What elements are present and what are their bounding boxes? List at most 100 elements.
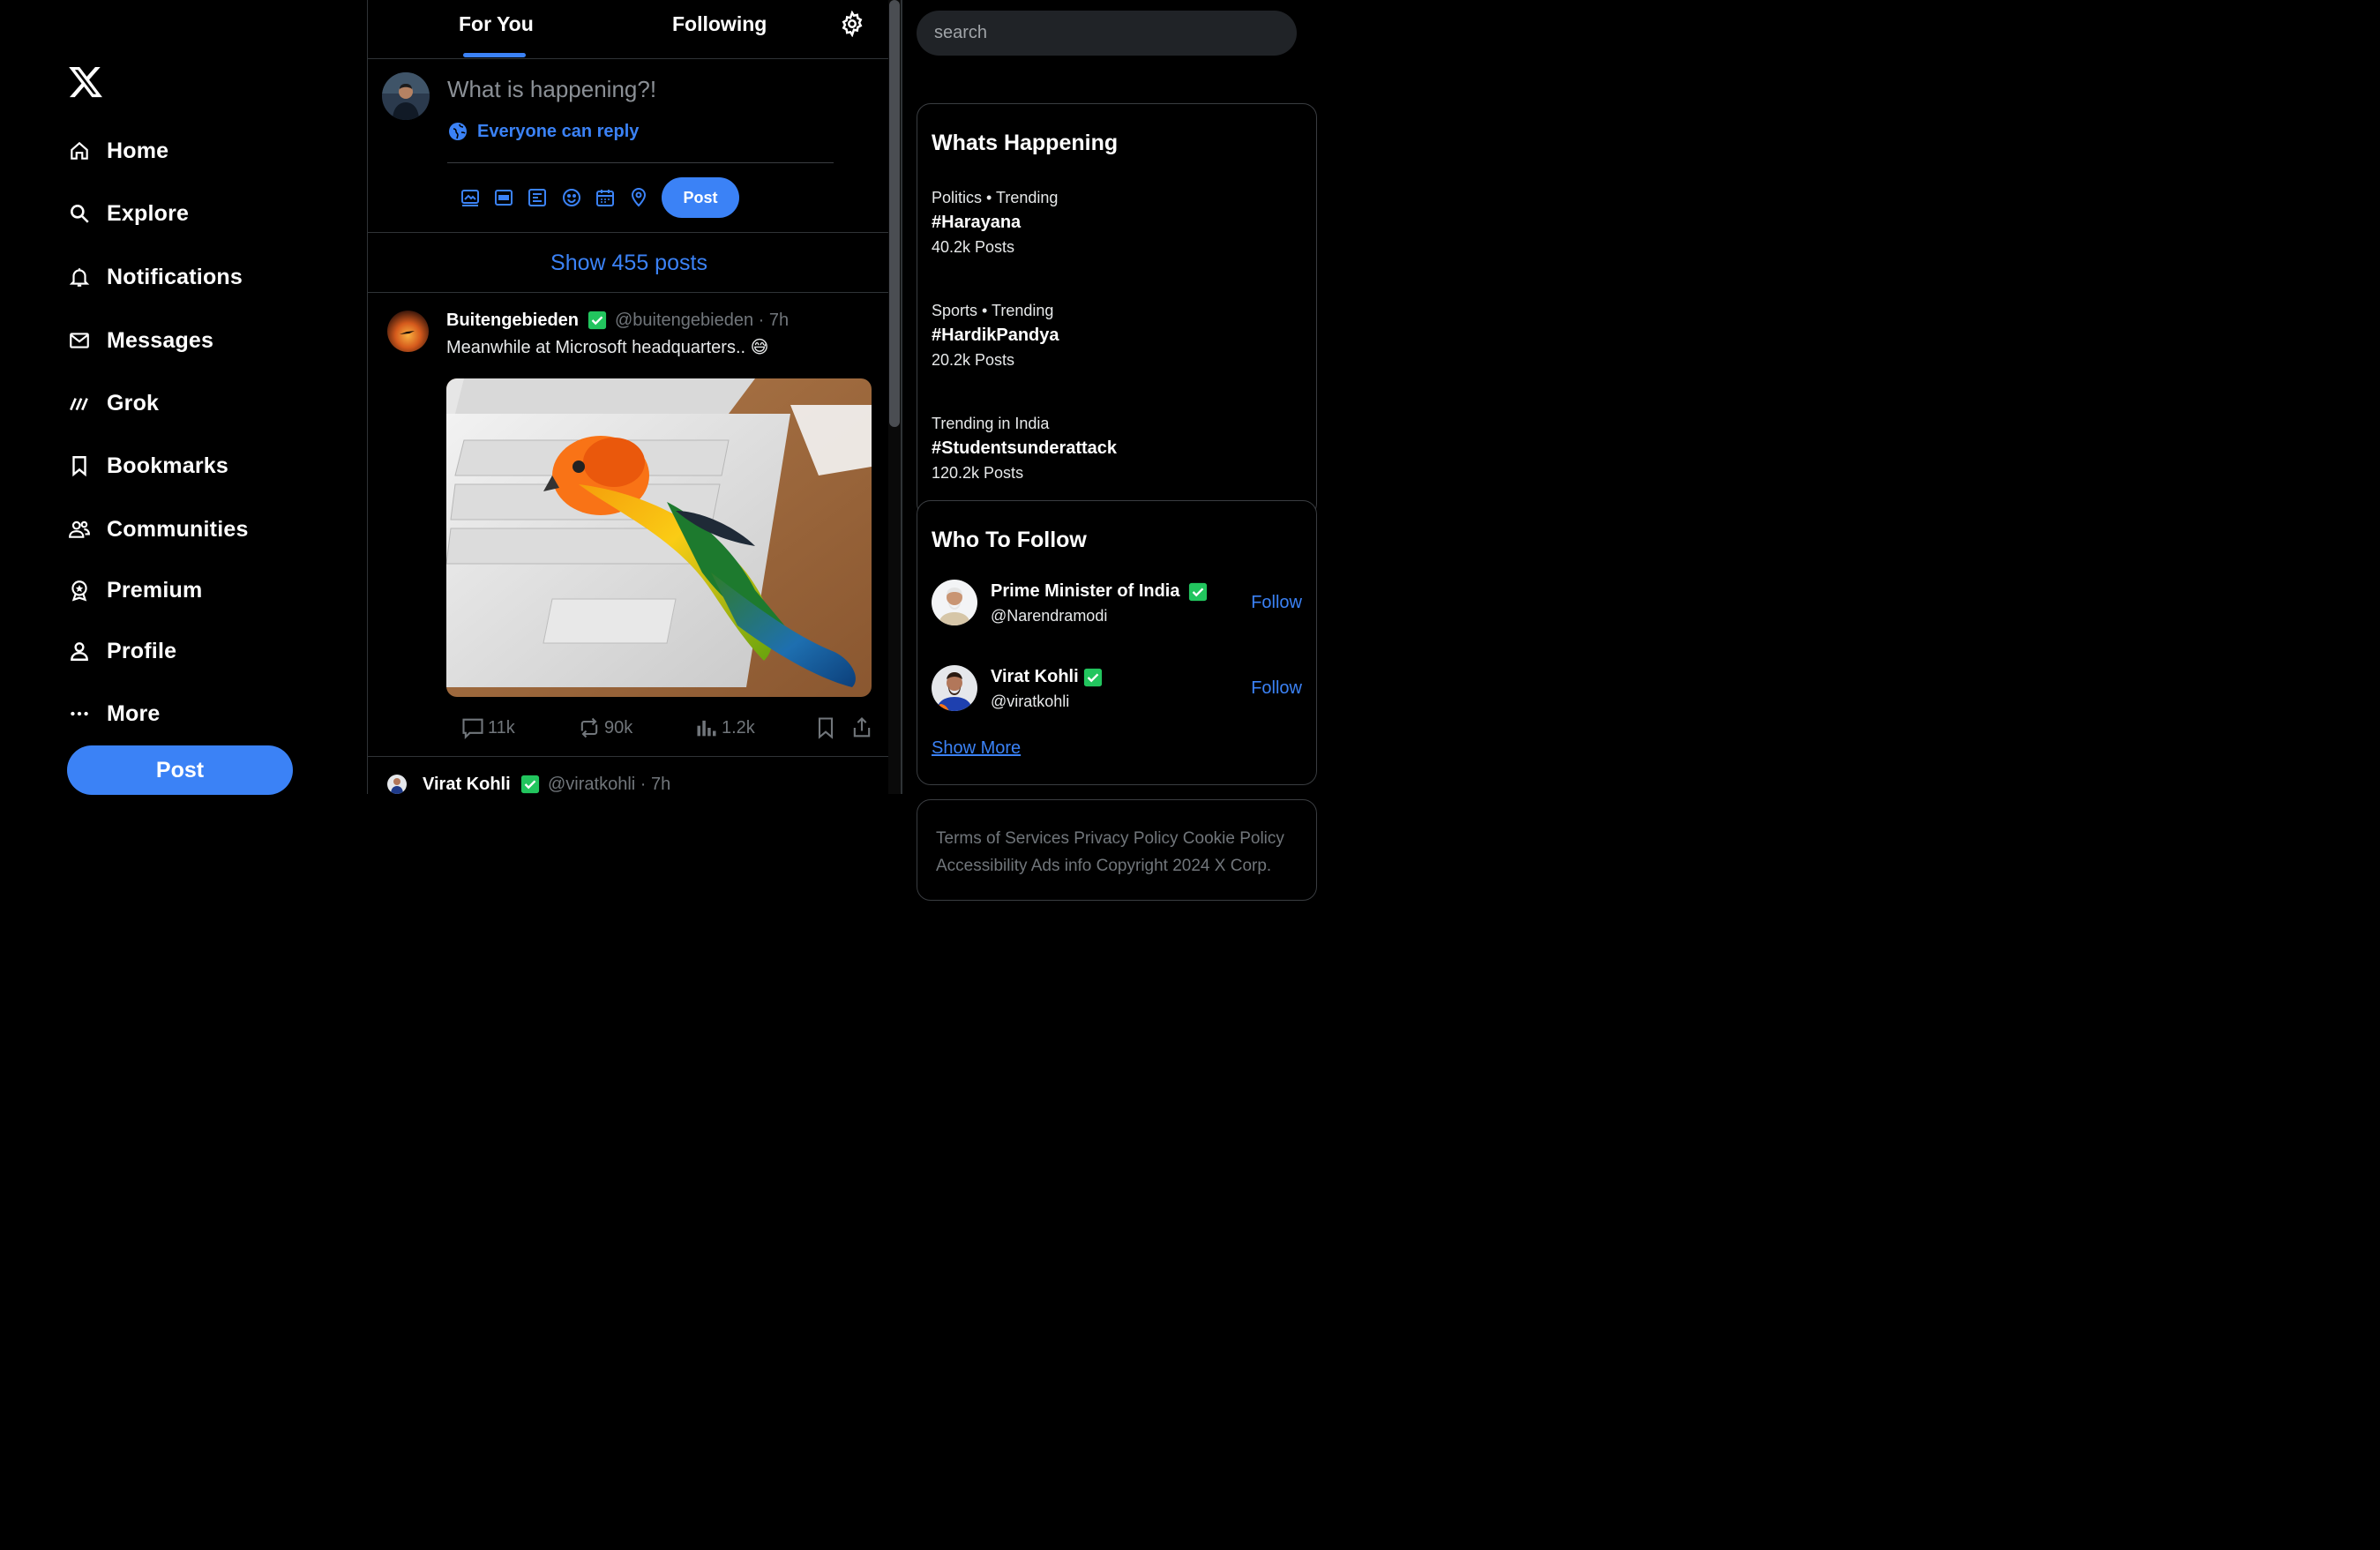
media-icon[interactable] xyxy=(458,185,483,210)
avatar[interactable] xyxy=(387,775,407,794)
reply-icon xyxy=(462,718,483,740)
nav-label: More xyxy=(107,700,161,726)
nav-item-profile[interactable]: Profile xyxy=(67,633,176,669)
divider xyxy=(368,292,889,293)
divider xyxy=(368,756,889,757)
avatar[interactable] xyxy=(932,665,977,711)
trend-post-count: 40.2k Posts xyxy=(932,238,1015,256)
divider xyxy=(447,162,834,163)
nav-label: Profile xyxy=(107,638,177,663)
nav-label: Messages xyxy=(107,327,214,353)
compose-input[interactable] xyxy=(447,76,827,103)
active-tab-indicator xyxy=(463,53,526,57)
who-to-follow-panel: Who To Follow Prime Minister of India @N… xyxy=(917,500,1317,785)
nav-item-messages[interactable]: Messages xyxy=(67,323,213,358)
post-author-name[interactable]: Virat Kohli xyxy=(423,775,511,794)
account-name[interactable]: Prime Minister of India xyxy=(991,581,1179,602)
trend-hashtag[interactable]: #HardikPandya xyxy=(932,326,1059,346)
bookmark-icon xyxy=(818,717,834,739)
gear-icon[interactable] xyxy=(839,11,865,37)
trend-category: Trending in India xyxy=(932,415,1050,432)
tab-for-you[interactable]: For You xyxy=(459,12,534,36)
trend-post-count: 120.2k Posts xyxy=(932,464,1024,482)
more-icon xyxy=(67,701,92,726)
post-text: Meanwhile at Microsoft headquarters.. 😅 xyxy=(446,338,769,357)
bookmark-icon xyxy=(67,453,92,478)
location-icon[interactable] xyxy=(626,185,651,210)
poll-icon[interactable] xyxy=(525,185,550,210)
account-name[interactable]: Virat Kohli xyxy=(991,667,1079,687)
trend-category: Politics • Trending xyxy=(932,189,1059,206)
compose-post-button[interactable]: Post xyxy=(662,177,739,218)
nav-item-more[interactable]: More xyxy=(67,696,161,731)
repost-count: 90k xyxy=(604,717,633,738)
search-input[interactable] xyxy=(917,11,1297,56)
divider xyxy=(901,0,902,794)
post-author-name[interactable]: Buitengebieden xyxy=(446,311,579,331)
bell-icon xyxy=(67,265,92,289)
scrollbar-thumb[interactable] xyxy=(889,0,900,427)
schedule-icon[interactable] xyxy=(593,185,617,210)
nav-label: Explore xyxy=(107,200,190,226)
globe-icon xyxy=(449,123,467,140)
avatar[interactable] xyxy=(932,580,977,625)
post-author-handle[interactable]: @viratkohli · 7h xyxy=(548,775,670,794)
post-image[interactable] xyxy=(446,378,872,697)
follow-button[interactable]: Follow xyxy=(1251,593,1302,613)
verified-icon xyxy=(1188,582,1208,602)
share-icon xyxy=(853,717,871,738)
search-icon xyxy=(67,201,92,226)
nav-item-communities[interactable]: Communities xyxy=(67,512,249,547)
reply-setting-label: Everyone can reply xyxy=(477,121,640,141)
premium-icon xyxy=(67,578,92,603)
panel-title: Whats Happening xyxy=(932,131,1119,155)
tab-following[interactable]: Following xyxy=(672,12,767,36)
show-new-posts-link[interactable]: Show 455 posts xyxy=(368,233,889,293)
gif-icon[interactable] xyxy=(491,185,516,210)
verified-icon xyxy=(1083,668,1103,687)
nav-label: Notifications xyxy=(107,264,243,289)
nav-item-premium[interactable]: Premium xyxy=(67,573,202,608)
trend-hashtag[interactable]: #Harayana xyxy=(932,213,1021,233)
nav-label: Communities xyxy=(107,516,249,542)
nav-item-home[interactable]: Home xyxy=(67,133,168,168)
show-more-link[interactable]: Show More xyxy=(932,738,1021,759)
post-button[interactable]: Post xyxy=(67,745,293,795)
nav-item-bookmarks[interactable]: Bookmarks xyxy=(67,448,228,483)
x-logo-icon[interactable] xyxy=(67,64,104,101)
footer-panel: Terms of Services Privacy Policy Cookie … xyxy=(917,799,1317,901)
repost-icon xyxy=(580,717,598,738)
share-button[interactable] xyxy=(849,715,877,740)
footer-links[interactable]: Terms of Services Privacy Policy Cookie … xyxy=(936,825,1306,880)
reply-count: 11k xyxy=(488,717,515,738)
repost-button[interactable]: 90k xyxy=(577,715,632,740)
views-count: 1.2k xyxy=(722,717,755,738)
nav-item-grok[interactable]: Grok xyxy=(67,386,159,421)
verified-icon xyxy=(520,775,540,794)
trend-post-count: 20.2k Posts xyxy=(932,351,1015,369)
communities-icon xyxy=(67,517,92,542)
trend-hashtag[interactable]: #Studentsunderattack xyxy=(932,438,1117,459)
views-icon xyxy=(697,720,716,737)
nav-item-explore[interactable]: Explore xyxy=(67,196,189,231)
post-author-handle[interactable]: @buitengebieden · 7h xyxy=(615,311,789,331)
avatar[interactable] xyxy=(382,72,430,120)
emoji-icon[interactable] xyxy=(559,185,584,210)
person-icon xyxy=(67,639,92,663)
account-handle: @viratkohli xyxy=(991,693,1070,710)
follow-button[interactable]: Follow xyxy=(1251,678,1302,699)
views-button[interactable]: 1.2k xyxy=(694,715,755,740)
avatar[interactable] xyxy=(387,311,429,352)
reply-setting[interactable]: Everyone can reply xyxy=(447,121,639,142)
nav-item-notifications[interactable]: Notifications xyxy=(67,259,243,295)
trend-category: Sports • Trending xyxy=(932,302,1054,319)
feed-column: For You Following Everyone can reply Pos… xyxy=(367,0,889,794)
home-icon xyxy=(67,139,92,163)
reply-button[interactable]: 11k xyxy=(460,715,515,740)
nav-label: Premium xyxy=(107,577,203,603)
nav-label: Grok xyxy=(107,390,160,416)
bookmark-button[interactable] xyxy=(813,715,841,740)
whats-happening-panel: Whats Happening Politics • Trending #Har… xyxy=(917,103,1317,518)
nav-label: Bookmarks xyxy=(107,453,228,478)
mail-icon xyxy=(67,328,92,353)
